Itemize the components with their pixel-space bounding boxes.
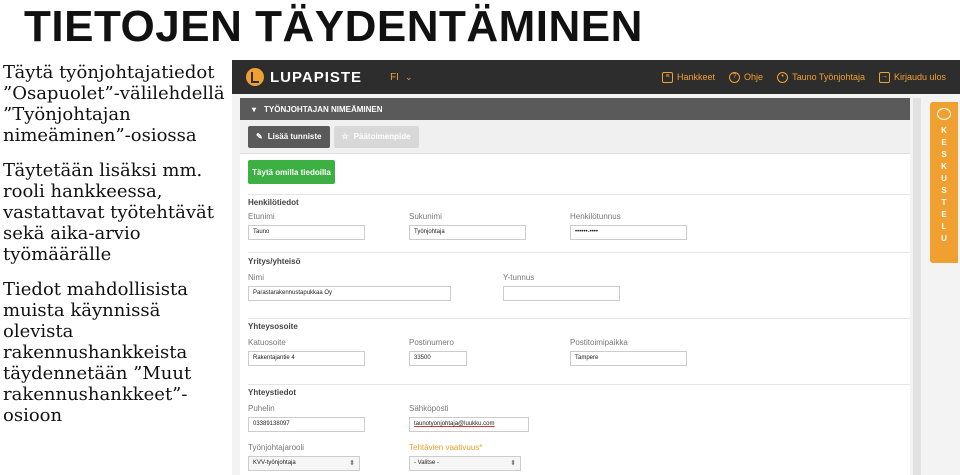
side-tab-letter: K [941,126,947,135]
logo-text: LUPAPISTE [270,68,363,86]
city-label: Postitoimipaikka [570,338,628,347]
chevron-down-icon: ▾ [252,104,257,114]
field-company-name: Nimi Parastarakennustapukkaa Oy [248,273,451,301]
fill-own-info-button[interactable]: Täytä omilla tiedoilla [248,160,335,184]
chat-icon [937,108,951,120]
field-difficulty: Tehtävien vaativuus* - Valitse - [409,443,521,471]
difficulty-label: Tehtävien vaativuus* [409,443,483,452]
side-tab-letter: E [941,138,947,147]
nav-user-label: Tauno Työnjohtaja [792,72,865,82]
company-name-input[interactable]: Parastarakennustapukkaa Oy [248,286,451,301]
zip-input[interactable]: 33500 [409,351,467,366]
side-tab-letter: S [941,186,947,195]
side-tab-letter: K [941,162,947,171]
field-zip: Postinumero 33500 [409,338,467,366]
side-tab-letter: U [941,234,947,243]
ytunnus-input[interactable] [503,286,620,301]
field-first-name: Etunimi Tauno [248,212,365,240]
panel-title: TYÖNJOHTAJAN NIMEÄMINEN [264,104,383,114]
company-name-label: Nimi [248,273,264,282]
logo[interactable]: LUPAPISTE [246,68,362,86]
phone-input[interactable]: 03389138097 [248,417,365,432]
field-phone: Puhelin 03389138097 [248,404,365,432]
section-title-contact: Yhteystiedot [248,388,297,397]
lupapiste-screenshot: LUPAPISTE FI ⌄ ≡ Hankkeet ? Ohje • Tauno … [232,60,960,475]
main-designer-button[interactable]: ☆ Päätoimenpide [333,125,419,148]
email-value: taunotyonjohtaja@luukku.com [414,421,495,427]
email-label: Sähköposti [409,404,449,413]
field-street: Katuosoite Rakentajantie 4 [248,338,365,366]
field-city: Postitoimipaikka Tampere [570,338,687,366]
phone-label: Puhelin [248,404,275,413]
last-name-input[interactable]: Työnjohtaja [409,225,526,240]
side-tab-letter: U [941,174,947,183]
top-navbar: LUPAPISTE FI ⌄ ≡ Hankkeet ? Ohje • Tauno … [232,60,960,94]
side-tab-letter: E [941,210,947,219]
logout-icon: → [878,71,890,83]
city-input[interactable]: Tampere [570,351,687,366]
keskustelu-letters: K E S K U S T E L U [941,126,947,243]
last-name-label: Sukunimi [409,212,442,221]
panel-header[interactable]: ▾ TYÖNJOHTAJAN NIMEÄMINEN [240,98,910,120]
ytunnus-label: Y-tunnus [503,273,535,282]
add-stamp-label: Lisää tunniste [267,132,322,141]
zip-label: Postinumero [409,338,454,347]
slide-title: TIETOJEN TÄYDENTÄMINEN [24,2,643,51]
paragraph-2: Täytetään lisäksi mm. rooli hankkeessa, … [3,160,214,265]
street-label: Katuosoite [248,338,286,347]
field-role: Työnjohtajarooli KVV-työnjohtaja [248,443,360,471]
side-tab-letter: T [941,198,947,207]
nav-links: ≡ Hankkeet ? Ohje • Tauno Työnjohtaja → … [662,71,960,83]
section-company: Yritys/yhteisö Nimi Parastarakennustapuk… [248,252,910,314]
role-select[interactable]: KVV-työnjohtaja [248,456,360,471]
section-title-company: Yritys/yhteisö [248,257,301,266]
ssn-input[interactable]: ••••••-•••• [570,225,687,240]
scrollbar[interactable] [913,98,921,475]
language-label: FI [390,71,399,83]
lupapiste-logo-icon [246,68,264,86]
nav-ohje-label: Ohje [744,72,764,82]
first-name-input[interactable]: Tauno [248,225,365,240]
field-last-name: Sukunimi Työnjohtaja [409,212,526,240]
role-label: Työnjohtajarooli [248,443,305,452]
field-ytunnus: Y-tunnus [503,273,620,301]
nav-user[interactable]: • Tauno Työnjohtaja [777,71,865,83]
nav-ohje[interactable]: ? Ohje [729,71,764,83]
field-email: Sähköposti taunotyonjohtaja@luukku.com [409,404,529,432]
field-ssn: Henkilötunnus ••••••-•••• [570,212,687,240]
pencil-icon: ✎ [256,132,263,141]
main-designer-label: Päätoimenpide [353,132,411,141]
nav-logout-label: Kirjaudu ulos [893,72,946,82]
email-input[interactable]: taunotyonjohtaja@luukku.com [409,417,529,432]
slide-text: Täytä työnjohtajatiedot ”Osapuolet”-väli… [3,62,228,438]
help-icon: ? [729,71,741,83]
section-address: Yhteysosoite Katuosoite Rakentajantie 4 … [248,318,910,382]
section-title-personal: Henkilötiedot [248,198,299,207]
paragraph-1: Täytä työnjohtajatiedot ”Osapuolet”-väli… [3,62,225,146]
star-icon: ☆ [341,132,349,141]
section-title-address: Yhteysosoite [248,322,298,331]
first-name-label: Etunimi [248,212,275,221]
nav-hankkeet-label: Hankkeet [677,72,716,82]
section-personal: Henkilötiedot Etunimi Tauno Sukunimi Työ… [248,194,910,254]
street-input[interactable]: Rakentajantie 4 [248,351,365,366]
difficulty-select[interactable]: - Valitse - [409,456,521,471]
nav-logout[interactable]: → Kirjaudu ulos [878,71,946,83]
foreman-panel: ▾ TYÖNJOHTAJAN NIMEÄMINEN ✎ Lisää tunnis… [240,98,910,475]
side-tab-letter: L [941,222,947,231]
keskustelu-tab[interactable]: K E S K U S T E L U [930,102,958,263]
add-stamp-button[interactable]: ✎ Lisää tunniste [248,125,330,148]
panel-toolbar: ✎ Lisää tunniste ☆ Päätoimenpide [240,120,910,154]
nav-hankkeet[interactable]: ≡ Hankkeet [662,71,716,83]
user-icon: • [777,71,789,83]
chevron-down-icon: ⌄ [404,71,413,82]
language-select[interactable]: FI ⌄ [390,72,412,83]
document-icon: ≡ [662,71,674,83]
side-tab-letter: S [941,150,947,159]
section-contact: Yhteystiedot Puhelin 03389138097 Sähköpo… [248,384,910,475]
ssn-label: Henkilötunnus [570,212,621,221]
paragraph-3: Tiedot mahdollisista muista käynnissä ol… [3,279,192,426]
